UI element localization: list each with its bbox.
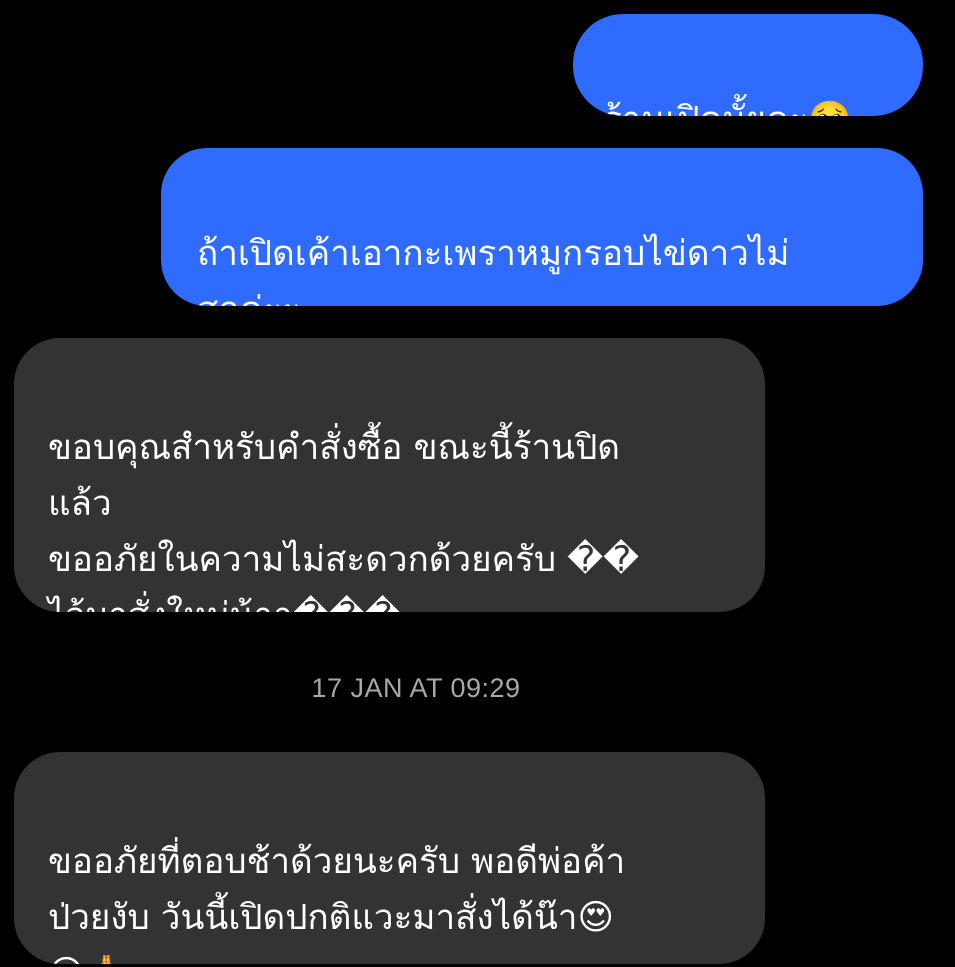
message-bubble-incoming[interactable]: ขอบคุณสำหรับคำสั่งซื้อ ขณะนี้ร้านปิด แล้… (14, 338, 765, 612)
message-bubble-outgoing[interactable]: ถ้าเปิดเค้าเอากะเพราหมูกรอบไข่ดาวไม่ สุก… (161, 148, 923, 306)
message-timestamp: 17 JAN AT 09:29 (311, 673, 521, 703)
message-text: ถ้าเปิดเค้าเอากะเพราหมูกรอบไข่ดาวไม่ สุก… (197, 234, 790, 306)
message-text: ขออภัยที่ตอบช้าด้วยนะครับ พอดีพ่อค้า ป่ว… (48, 842, 626, 964)
message-bubble-incoming[interactable]: ขออภัยที่ตอบช้าด้วยนะครับ พอดีพ่อค้า ป่ว… (14, 752, 765, 964)
message-bubble-outgoing[interactable]: ร้านเปิดมั้ยคะ🥺 (573, 14, 923, 116)
message-text: ขอบคุณสำหรับคำสั่งซื้อ ขณะนี้ร้านปิด แล้… (48, 428, 639, 612)
message-text: ร้านเปิดมั้ยคะ🥺 (603, 100, 852, 116)
